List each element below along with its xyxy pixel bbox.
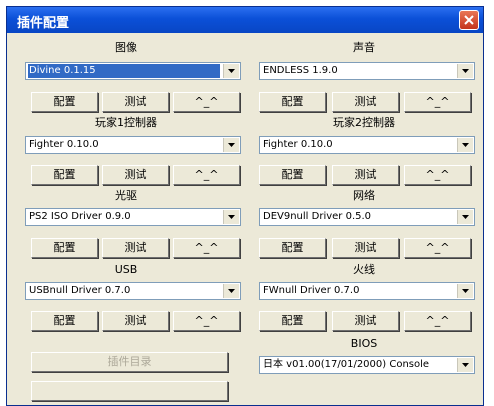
pad1-dropdown-button[interactable] (223, 138, 239, 152)
firewire-about-button[interactable]: ^_^ (404, 311, 471, 331)
chevron-down-icon (228, 143, 235, 147)
firewire-plugin-value: FWnull Driver 0.7.0 (263, 285, 360, 296)
window-title: 插件配置 (17, 16, 70, 31)
pad2-plugin-select[interactable]: Fighter 0.10.0 (259, 136, 475, 154)
chevron-down-icon (228, 289, 235, 293)
chevron-down-icon (462, 143, 469, 147)
bios-value: 日本 v01.00(17/01/2000) Console (263, 359, 430, 370)
firewire-plugin-select[interactable]: FWnull Driver 0.7.0 (259, 282, 475, 300)
sound-plugin-value: ENDLESS 1.9.0 (263, 65, 338, 76)
cdvd-dropdown-button[interactable] (223, 210, 239, 224)
sound-label: 声音 (353, 41, 375, 54)
plugin-config-dialog: 插件配置 图像 Divine 0.1.15 声音 ENDLESS 1.9.0 配… (6, 6, 484, 406)
network-dropdown-button[interactable] (457, 210, 473, 224)
firewire-test-button[interactable]: 测试 (332, 311, 399, 331)
chevron-down-icon (462, 363, 469, 367)
bios-select[interactable]: 日本 v01.00(17/01/2000) Console (259, 356, 475, 374)
pad2-about-button[interactable]: ^_^ (404, 165, 471, 185)
bios-dropdown-button[interactable] (457, 358, 473, 372)
title-bar[interactable]: 插件配置 (7, 7, 483, 33)
graphics-test-button[interactable]: 测试 (102, 92, 169, 112)
cdvd-about-button[interactable]: ^_^ (173, 238, 240, 258)
chevron-down-icon (228, 69, 235, 73)
close-icon (464, 15, 474, 25)
graphics-about-button[interactable]: ^_^ (173, 92, 240, 112)
chevron-down-icon (462, 215, 469, 219)
pad1-label: 玩家1控制器 (95, 116, 157, 129)
pad1-about-button[interactable]: ^_^ (173, 165, 240, 185)
bios-label: BIOS (350, 337, 378, 350)
graphics-label: 图像 (115, 41, 137, 54)
sound-about-button[interactable]: ^_^ (404, 92, 471, 112)
network-about-button[interactable]: ^_^ (404, 238, 471, 258)
usb-test-button[interactable]: 测试 (102, 311, 169, 331)
cdvd-label: 光驱 (115, 189, 137, 202)
pad2-label: 玩家2控制器 (333, 116, 395, 129)
sound-configure-button[interactable]: 配置 (259, 92, 326, 112)
graphics-plugin-value: Divine 0.1.15 (28, 64, 220, 78)
pad1-plugin-value: Fighter 0.10.0 (29, 139, 99, 150)
graphics-dropdown-button[interactable] (223, 64, 239, 78)
cdvd-configure-button[interactable]: 配置 (31, 238, 98, 258)
pad2-configure-button[interactable]: 配置 (259, 165, 326, 185)
graphics-plugin-select[interactable]: Divine 0.1.15 (25, 62, 241, 80)
cdvd-test-button[interactable]: 测试 (102, 238, 169, 258)
sound-plugin-select[interactable]: ENDLESS 1.9.0 (259, 62, 475, 80)
usb-label: USB (114, 263, 138, 276)
network-plugin-value: DEV9null Driver 0.5.0 (263, 211, 372, 222)
usb-plugin-select[interactable]: USBnull Driver 0.7.0 (25, 282, 241, 300)
usb-about-button[interactable]: ^_^ (173, 311, 240, 331)
firewire-configure-button[interactable]: 配置 (259, 311, 326, 331)
bios-directory-button[interactable] (31, 381, 228, 401)
network-label: 网络 (353, 189, 375, 202)
firewire-dropdown-button[interactable] (457, 284, 473, 298)
pad1-test-button[interactable]: 测试 (102, 165, 169, 185)
sound-dropdown-button[interactable] (457, 64, 473, 78)
usb-plugin-value: USBnull Driver 0.7.0 (29, 285, 131, 296)
chevron-down-icon (462, 289, 469, 293)
sound-test-button[interactable]: 测试 (332, 92, 399, 112)
close-button[interactable] (459, 10, 479, 30)
pad2-plugin-value: Fighter 0.10.0 (263, 139, 333, 150)
usb-configure-button[interactable]: 配置 (31, 311, 98, 331)
network-configure-button[interactable]: 配置 (259, 238, 326, 258)
chevron-down-icon (462, 69, 469, 73)
usb-dropdown-button[interactable] (223, 284, 239, 298)
pad2-dropdown-button[interactable] (457, 138, 473, 152)
chevron-down-icon (228, 215, 235, 219)
network-test-button[interactable]: 测试 (332, 238, 399, 258)
pad1-configure-button[interactable]: 配置 (31, 165, 98, 185)
cdvd-plugin-select[interactable]: PS2 ISO Driver 0.9.0 (25, 208, 241, 226)
graphics-configure-button[interactable]: 配置 (31, 92, 98, 112)
pad2-test-button[interactable]: 测试 (332, 165, 399, 185)
plugin-directory-button[interactable]: 插件目录 (31, 352, 228, 372)
pad1-plugin-select[interactable]: Fighter 0.10.0 (25, 136, 241, 154)
cdvd-plugin-value: PS2 ISO Driver 0.9.0 (29, 211, 131, 222)
firewire-label: 火线 (353, 263, 375, 276)
network-plugin-select[interactable]: DEV9null Driver 0.5.0 (259, 208, 475, 226)
